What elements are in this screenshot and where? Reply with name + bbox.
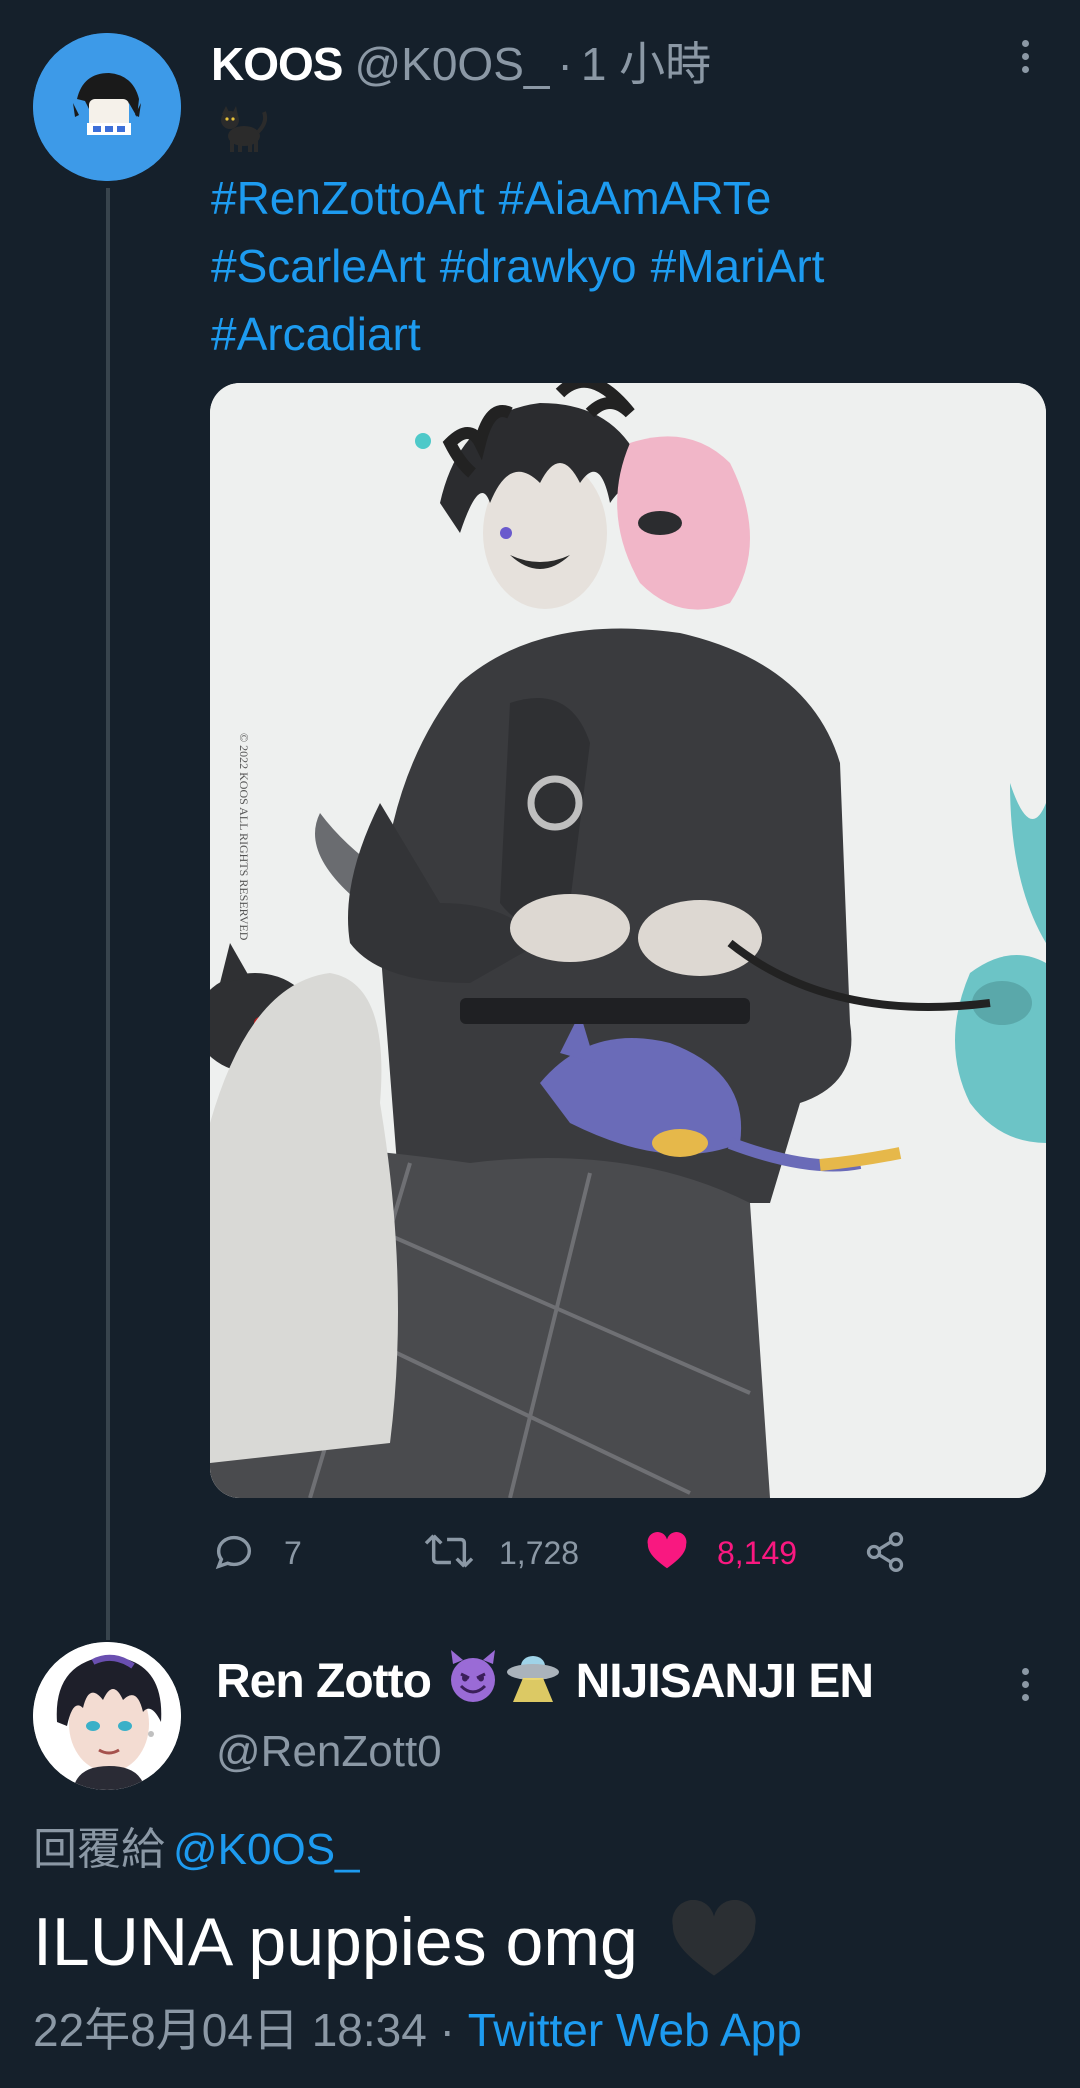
header-separator: · <box>557 38 573 90</box>
author-avatar[interactable] <box>33 33 181 181</box>
avatar-illustration <box>33 1642 181 1790</box>
avatar-illustration <box>33 33 181 181</box>
reply-author-handle[interactable]: @RenZott0 <box>216 1722 442 1782</box>
author-display-name[interactable]: KOOS <box>211 38 343 90</box>
black-cat-emoji-icon <box>214 104 270 154</box>
hashtag-link[interactable]: #AiaAmARTe <box>499 172 772 224</box>
reply-count: 7 <box>284 1535 302 1571</box>
tweet-meta-line: 22年8月04日 18:34 · Twitter Web App <box>33 2000 802 2060</box>
tweet-header: KOOS @K0OS_ · 1 小時 <box>211 34 711 94</box>
share-button[interactable] <box>863 1530 913 1578</box>
tweet-media-image[interactable]: © 2022 KOOS ALL RIGHTS RESERVED <box>210 383 1046 1498</box>
image-watermark: © 2022 KOOS ALL RIGHTS RESERVED <box>237 733 251 941</box>
reply-author-avatar[interactable] <box>33 1642 181 1790</box>
hashtag-link[interactable]: #ScarleArt <box>211 240 426 292</box>
replying-to-mention[interactable]: @K0OS_ <box>173 1825 360 1874</box>
smiling-devil-emoji-icon <box>445 1648 501 1721</box>
source-app-link[interactable]: Twitter Web App <box>468 2004 802 2056</box>
more-vertical-icon[interactable] <box>1015 1668 1035 1708</box>
heart-filled-icon <box>647 1532 687 1569</box>
reply-author-display-name[interactable]: Ren Zotto <box>216 1655 432 1708</box>
reply-text: ILUNA puppies omg <box>33 1903 638 1980</box>
more-vertical-icon[interactable] <box>1015 40 1035 80</box>
retweet-button[interactable] <box>424 1528 484 1578</box>
retweet-icon <box>424 1534 474 1568</box>
reply-author-name-line: Ren Zotto NIJISANJI EN <box>216 1648 874 1712</box>
thread-connector-line <box>106 188 110 1640</box>
hashtag-link[interactable]: #drawkyo <box>440 240 637 292</box>
hashtag-link[interactable]: #Arcadiart <box>211 308 421 360</box>
author-handle[interactable]: @K0OS_ <box>354 38 549 90</box>
share-icon <box>866 1532 904 1572</box>
black-heart-emoji-icon <box>671 1899 757 1994</box>
ufo-emoji-icon <box>505 1648 561 1721</box>
reply-icon <box>215 1535 252 1570</box>
hashtag-link[interactable]: #RenZottoArt <box>211 172 485 224</box>
like-button[interactable] <box>644 1528 704 1578</box>
tweet-timestamp[interactable]: 1 小時 <box>581 38 711 90</box>
tweet-action-bar: 7 1,728 8,149 <box>211 1528 911 1578</box>
reply-tweet-text: ILUNA puppies omg <box>33 1899 759 1994</box>
hashtag-link[interactable]: #MariArt <box>651 240 825 292</box>
reply-author-affiliation: NIJISANJI EN <box>575 1655 874 1709</box>
hashtag-list: #RenZottoArt #AiaAmARTe #ScarleArt #drawky… <box>211 164 1041 368</box>
like-count: 8,149 <box>717 1535 798 1571</box>
retweet-count: 1,728 <box>499 1535 580 1571</box>
artwork-illustration: © 2022 KOOS ALL RIGHTS RESERVED <box>210 383 1046 1498</box>
meta-separator: · <box>439 2004 455 2056</box>
reply-button[interactable] <box>211 1528 271 1578</box>
tweet-date[interactable]: 22年8月04日 18:34 <box>33 2004 427 2056</box>
replying-to-label: 回覆給 <box>33 1825 165 1874</box>
replying-to-line: 回覆給 @K0OS_ <box>33 1820 360 1880</box>
